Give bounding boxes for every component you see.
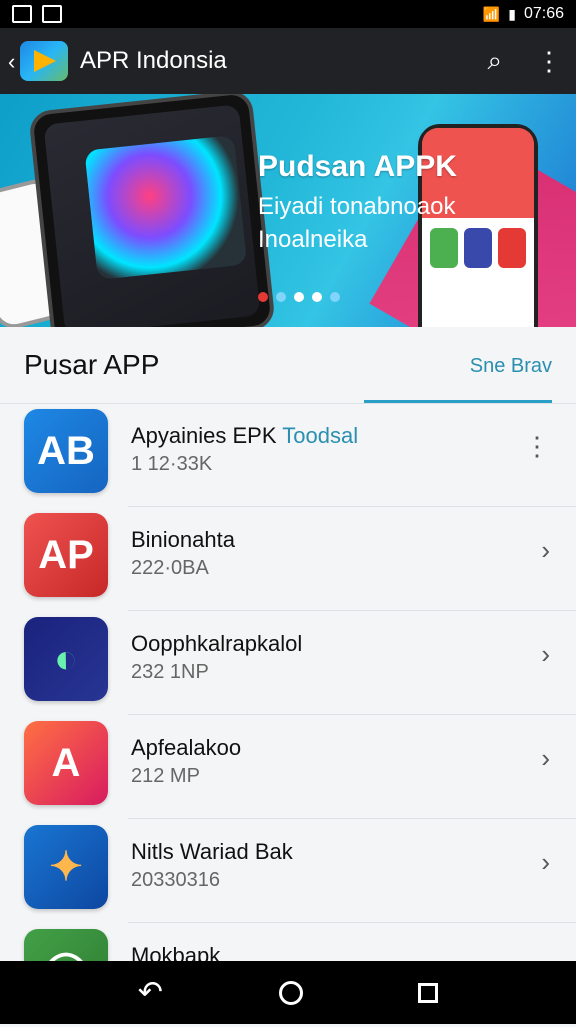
status-right: 📶 ▮ 07:66 — [483, 5, 564, 23]
notification-icons — [12, 5, 62, 23]
banner-subtitle: Eiyadi tonabnoaok Inoalneika — [258, 193, 456, 253]
app-icon[interactable]: ◐ — [24, 617, 108, 701]
list-item[interactable]: ◐ Oopphkalrapkalol 232 1NP › — [0, 611, 576, 715]
promo-banner[interactable]: Pudsan APPK Eiyadi tonabnoaok Inoalneika — [0, 94, 576, 327]
banner-title: Pudsan APPK — [258, 150, 457, 183]
status-bar: 📶 ▮ 07:66 — [0, 0, 576, 28]
carousel-dot[interactable] — [294, 292, 304, 302]
chevron-right-icon[interactable]: › — [541, 639, 550, 670]
navigation-bar: ↶ — [0, 961, 576, 1024]
list-item[interactable]: AP Binionahta 222·0BA › — [0, 507, 576, 611]
more-options-icon[interactable]: ⋮ — [524, 431, 550, 462]
back-icon[interactable]: ↶ — [138, 975, 163, 1010]
play-logo-icon — [20, 41, 68, 81]
app-actions: ⌕ ⋮ — [487, 45, 562, 77]
app-name: Apfealakoo — [131, 735, 242, 760]
app-name: Nitls Wariad Bak — [131, 839, 293, 864]
app-section: Pusar APP Sne Brav AB Apyainies EPK Tood… — [0, 327, 576, 1013]
app-name-accent: Toodsal — [282, 423, 359, 448]
app-icon[interactable]: AP — [24, 513, 108, 597]
search-icon[interactable]: ⌕ — [487, 45, 502, 77]
home-icon[interactable] — [278, 980, 303, 1005]
wifi-icon: 📶 — [482, 5, 501, 22]
carousel-dot[interactable] — [330, 292, 340, 302]
list-item[interactable]: ✦ Nitls Wariad Bak 20330316 › — [0, 819, 576, 923]
section-title: Pusar APP — [24, 349, 160, 380]
image-icon — [42, 5, 62, 23]
carousel-dot[interactable] — [312, 292, 322, 302]
app-list: AB Apyainies EPK Toodsal 1 12·33K ⋮ AP B… — [0, 403, 576, 1027]
mini-app-icon — [498, 228, 526, 268]
app-name-main: Apyainies EPK — [131, 423, 283, 448]
carousel-dot-active[interactable] — [258, 292, 268, 302]
clock: 07:66 — [523, 5, 564, 22]
battery-icon: ▮ — [508, 5, 516, 22]
app-meta: 20330316 — [131, 869, 220, 891]
more-options-icon[interactable]: ⋮ — [536, 46, 562, 77]
app-name: Oopphkalrapkalol — [131, 631, 303, 656]
app-meta: 222·0BA — [131, 557, 209, 579]
app-bar: ‹ APR Indonsia ⌕ ⋮ — [0, 28, 576, 94]
see-more-link[interactable]: Sne Brav — [470, 355, 552, 378]
app-name: Apyainies EPK Toodsal — [131, 423, 358, 449]
app-meta: 232 1NP — [131, 661, 209, 683]
carousel-indicator[interactable] — [258, 292, 340, 302]
app-title: APR Indonsia — [80, 47, 227, 74]
carousel-dot[interactable] — [276, 292, 286, 302]
app-logo[interactable]: ‹ — [8, 39, 70, 83]
chevron-right-icon[interactable]: › — [541, 847, 550, 878]
chevron-right-icon[interactable]: › — [541, 743, 550, 774]
list-item[interactable]: A Apfealakoo 212 MP › — [0, 715, 576, 819]
notification-icon — [12, 5, 32, 23]
app-meta: 1 12·33K — [131, 453, 213, 475]
app-icon[interactable]: A — [24, 721, 108, 805]
back-arrow-icon[interactable]: ‹ — [8, 49, 15, 75]
recent-apps-icon[interactable] — [418, 982, 439, 1003]
banner-phone-left — [28, 94, 276, 327]
app-meta: 212 MP — [131, 765, 200, 787]
banner-app-card — [84, 135, 248, 280]
app-name: Binionahta — [131, 527, 235, 552]
app-icon[interactable]: ✦ — [24, 825, 108, 909]
list-item[interactable]: AB Apyainies EPK Toodsal 1 12·33K ⋮ — [0, 403, 576, 507]
chevron-right-icon[interactable]: › — [541, 535, 550, 566]
app-icon[interactable]: AB — [24, 409, 108, 493]
